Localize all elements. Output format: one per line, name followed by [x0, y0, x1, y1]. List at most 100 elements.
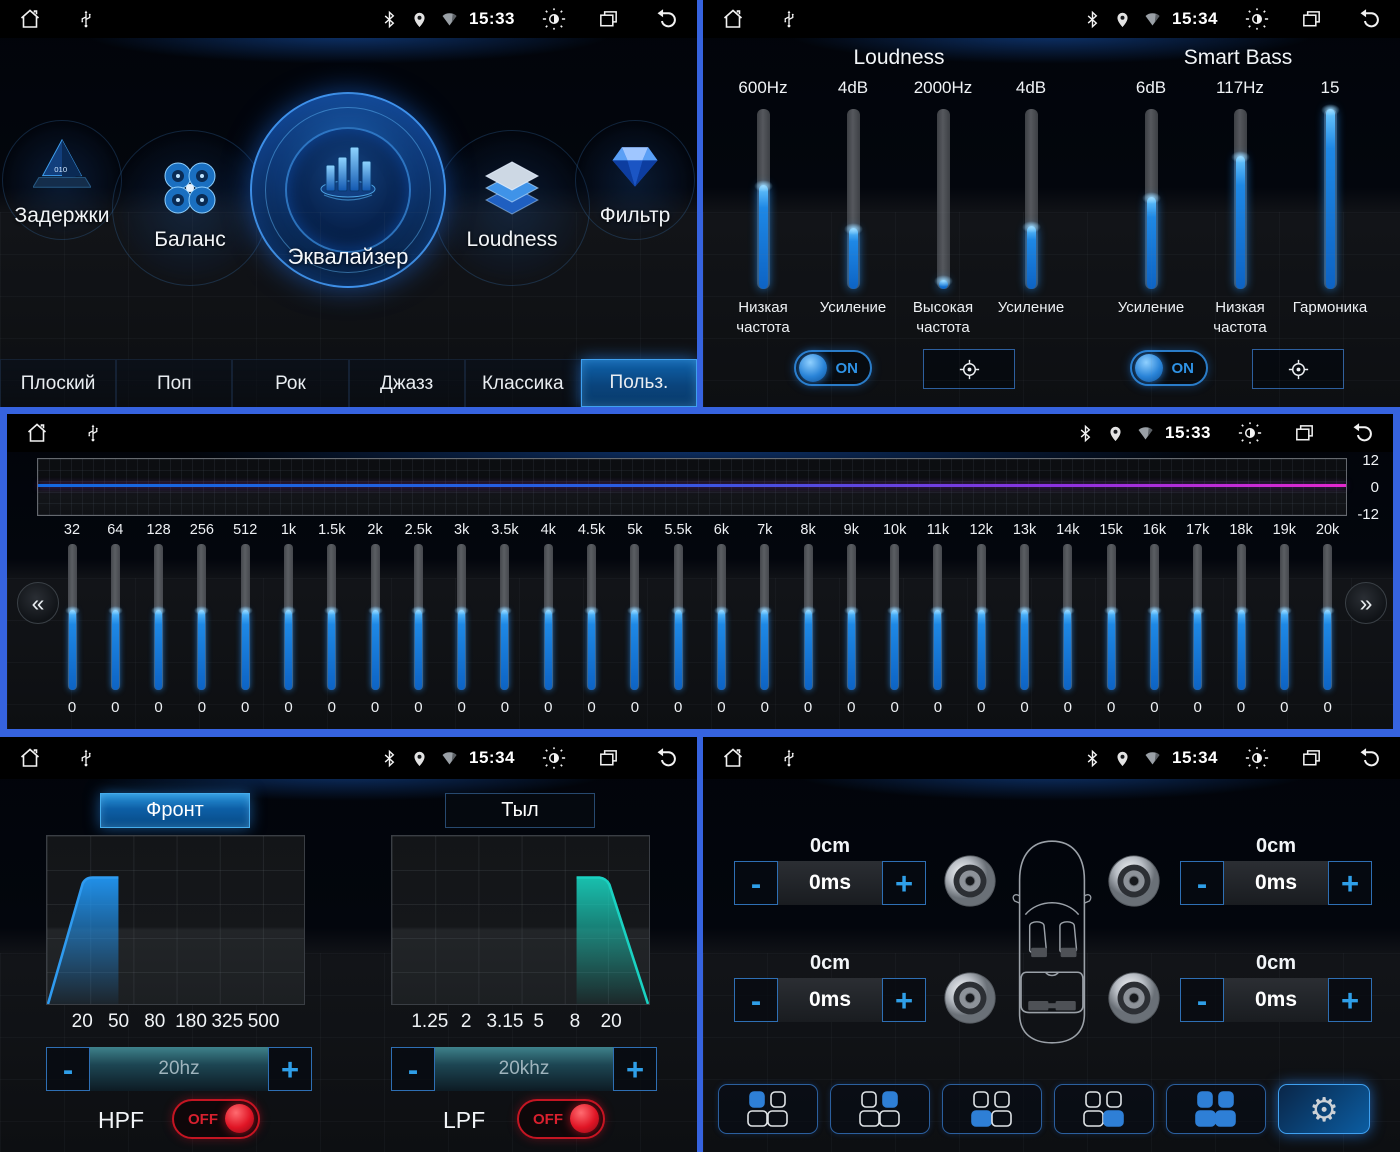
home-icon[interactable] [18, 746, 42, 770]
menu-item-balance[interactable]: Баланс [138, 156, 242, 252]
brightness-icon[interactable] [1244, 6, 1270, 32]
preset-tab-Поп[interactable]: Поп [116, 359, 233, 407]
eq-band-slider[interactable] [151, 544, 167, 690]
home-icon[interactable] [721, 7, 745, 31]
brightness-icon[interactable] [541, 6, 567, 32]
seat-button-settings[interactable]: ⚙ [1278, 1084, 1370, 1134]
back-icon[interactable] [654, 7, 679, 32]
loudness-slider-track[interactable] [1021, 109, 1041, 289]
front-right-minus-button[interactable]: - [1180, 861, 1224, 905]
eq-band-slider[interactable] [454, 544, 470, 690]
brightness-icon[interactable] [1237, 420, 1263, 446]
menu-item-filter[interactable]: Фильтр [585, 134, 685, 228]
loudness-slider-track[interactable] [1141, 109, 1161, 289]
hpf-off-toggle[interactable]: OFF [172, 1099, 260, 1139]
eq-band-slider[interactable] [670, 544, 686, 690]
preset-tab-Плоский[interactable]: Плоский [0, 359, 117, 407]
eq-band-slider[interactable] [1060, 544, 1076, 690]
back-icon[interactable] [1357, 7, 1382, 32]
eq-band-slider[interactable] [1233, 544, 1249, 690]
eq-band-slider[interactable] [1276, 544, 1292, 690]
lpf-minus-button[interactable]: - [391, 1047, 435, 1091]
hpf-plus-button[interactable]: + [268, 1047, 312, 1091]
eq-next-button[interactable]: » [1345, 582, 1387, 624]
recent-apps-icon[interactable] [1300, 8, 1323, 31]
menu-item-label: Эквалайзер [287, 244, 409, 269]
eq-band-slider[interactable] [800, 544, 816, 690]
rear-left-minus-button[interactable]: - [734, 978, 778, 1022]
tab-rear[interactable]: Тыл [445, 793, 595, 828]
recent-apps-icon[interactable] [1293, 422, 1316, 445]
eq-band-slider[interactable] [324, 544, 340, 690]
bluetooth-icon [1076, 424, 1095, 443]
smartbass-on-toggle[interactable]: ON [1130, 350, 1208, 386]
eq-band-slider[interactable] [64, 544, 80, 690]
pyramid-icon: 010 [33, 138, 91, 188]
seat-button-rear-left[interactable] [942, 1084, 1042, 1134]
recent-apps-icon[interactable] [597, 8, 620, 31]
loudness-slider-track[interactable] [1320, 104, 1340, 289]
seat-button-rear-right[interactable] [1054, 1084, 1154, 1134]
smartbass-calibrate-button[interactable] [1252, 349, 1344, 389]
eq-band-slider[interactable] [973, 544, 989, 690]
menu-item-loudness[interactable]: Loudness [460, 156, 564, 252]
eq-band-slider[interactable] [497, 544, 513, 690]
front-left-minus-button[interactable]: - [734, 861, 778, 905]
rear-right-plus-button[interactable]: + [1328, 978, 1372, 1022]
rear-left-plus-button[interactable]: + [882, 978, 926, 1022]
loudness-slider-track[interactable] [843, 109, 863, 289]
menu-item-equalizer[interactable]: Эквалайзер [250, 92, 446, 288]
eq-band-slider[interactable] [1190, 544, 1206, 690]
tab-front[interactable]: Фронт [100, 793, 250, 828]
eq-band-slider[interactable] [1146, 544, 1162, 690]
eq-band-slider[interactable] [237, 544, 253, 690]
loudness-slider-track[interactable] [933, 109, 953, 289]
loudness-slider-track[interactable] [753, 109, 773, 289]
seat-button-front-left[interactable] [718, 1084, 818, 1134]
eq-band-slider[interactable] [194, 544, 210, 690]
eq-band-2.5k: 2.5k 0 [405, 522, 432, 716]
eq-band-slider[interactable] [367, 544, 383, 690]
eq-band-slider[interactable] [843, 544, 859, 690]
loudness-calibrate-button[interactable] [923, 349, 1015, 389]
eq-band-slider[interactable] [584, 544, 600, 690]
recent-apps-icon[interactable] [597, 747, 620, 770]
eq-band-slider[interactable] [1103, 544, 1119, 690]
eq-prev-button[interactable]: « [17, 582, 59, 624]
home-icon[interactable] [18, 7, 42, 31]
eq-band-slider[interactable] [410, 544, 426, 690]
seat-button-front-right[interactable] [830, 1084, 930, 1134]
eq-band-slider[interactable] [713, 544, 729, 690]
loudness-on-toggle[interactable]: ON [794, 350, 872, 386]
eq-band-slider[interactable] [1017, 544, 1033, 690]
preset-tab-Рок[interactable]: Рок [232, 359, 349, 407]
rear-right-minus-button[interactable]: - [1180, 978, 1224, 1022]
back-icon[interactable] [1357, 746, 1382, 771]
lpf-off-toggle[interactable]: OFF [517, 1099, 605, 1139]
home-icon[interactable] [721, 746, 745, 770]
brightness-icon[interactable] [541, 745, 567, 771]
eq-band-slider[interactable] [930, 544, 946, 690]
menu-item-delays[interactable]: 010 Задержки [12, 134, 112, 228]
eq-band-slider[interactable] [887, 544, 903, 690]
preset-tab-Польз.[interactable]: Польз. [580, 359, 697, 407]
front-right-plus-button[interactable]: + [1328, 861, 1372, 905]
lpf-plus-button[interactable]: + [613, 1047, 657, 1091]
eq-band-slider[interactable] [280, 544, 296, 690]
front-left-plus-button[interactable]: + [882, 861, 926, 905]
preset-tab-Классика[interactable]: Классика [464, 359, 581, 407]
eq-band-slider[interactable] [540, 544, 556, 690]
brightness-icon[interactable] [1244, 745, 1270, 771]
eq-band-slider[interactable] [1320, 544, 1336, 690]
hpf-minus-button[interactable]: - [46, 1047, 90, 1091]
eq-band-slider[interactable] [757, 544, 773, 690]
home-icon[interactable] [25, 421, 49, 445]
eq-band-slider[interactable] [107, 544, 123, 690]
seat-button-all[interactable] [1166, 1084, 1266, 1134]
eq-band-slider[interactable] [627, 544, 643, 690]
recent-apps-icon[interactable] [1300, 747, 1323, 770]
back-icon[interactable] [1350, 421, 1375, 446]
preset-tab-Джазз[interactable]: Джазз [348, 359, 465, 407]
back-icon[interactable] [654, 746, 679, 771]
loudness-slider-track[interactable] [1230, 109, 1250, 289]
